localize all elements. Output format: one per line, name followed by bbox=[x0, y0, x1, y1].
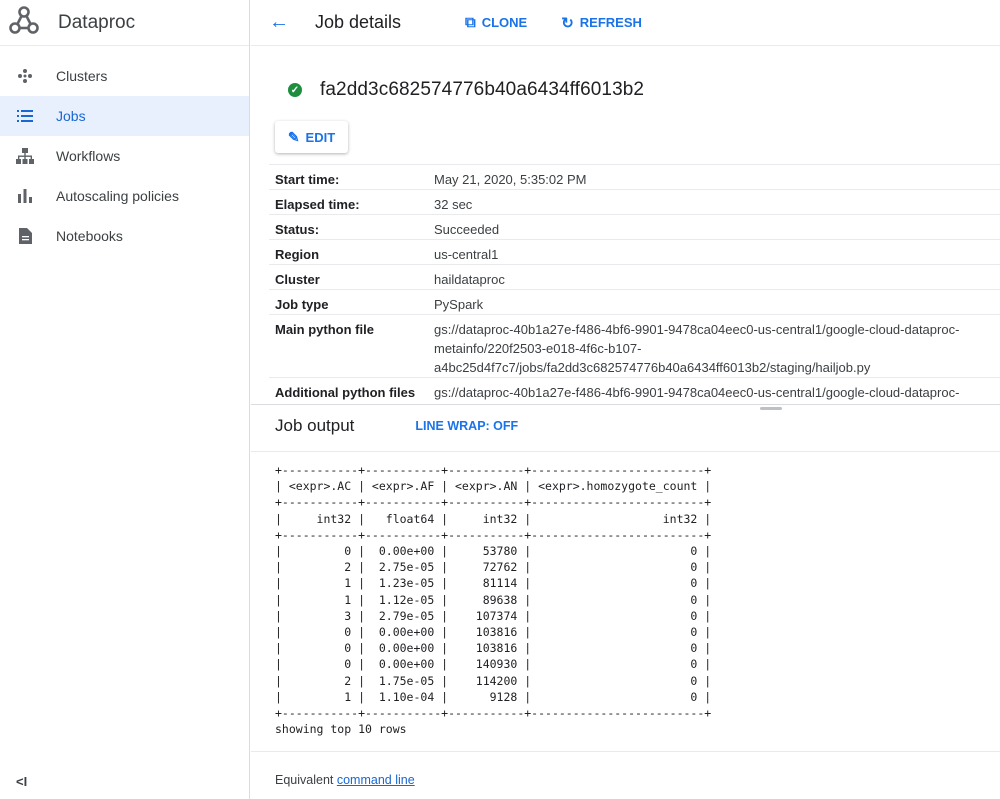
job-id: fa2dd3c682574776b40a6434ff6013b2 bbox=[320, 79, 645, 100]
pencil-icon: ✎ bbox=[287, 128, 300, 145]
detail-label: Status: bbox=[275, 222, 320, 237]
success-check-icon: ✓ bbox=[288, 83, 302, 97]
job-output-text: +-----------+-----------+-----------+---… bbox=[275, 462, 711, 737]
sidebar-item-clusters[interactable]: Clusters bbox=[0, 56, 249, 96]
output-line: | 0 | 0.00e+00 | 103816 | 0 | bbox=[275, 625, 712, 640]
detail-row: Main python file gs://dataproc-40b1a27e-f… bbox=[269, 314, 1000, 377]
list-icon bbox=[16, 107, 34, 125]
divider bbox=[251, 751, 1000, 752]
sidebar-item-workflows[interactable]: Workflows bbox=[0, 136, 249, 176]
detail-label: Main python file bbox=[275, 322, 374, 337]
detail-value: Succeeded bbox=[434, 222, 500, 237]
detail-value: gs://dataproc-40b1a27e-f486-4bf6-9901-94… bbox=[434, 322, 960, 375]
page-title: Job details bbox=[315, 12, 402, 32]
detail-value: us-central1 bbox=[434, 247, 499, 262]
detail-label: Elapsed time: bbox=[275, 197, 360, 212]
job-id-heading: ✓ fa2dd3c682574776b40a6434ff6013b2 bbox=[288, 79, 644, 101]
output-line: +-----------+-----------+-----------+---… bbox=[275, 706, 712, 721]
detail-label: Job type bbox=[275, 297, 329, 312]
clone-button[interactable]: ⧉ CLONE bbox=[465, 14, 527, 31]
sidebar: Dataproc Clusters Jobs Workflows Autoscalin… bbox=[0, 0, 250, 799]
output-line: | 0 | 0.00e+00 | 103816 | 0 | bbox=[275, 641, 712, 656]
dataproc-logo-icon bbox=[8, 4, 40, 41]
detail-label: Cluster bbox=[275, 272, 320, 287]
detail-value: May 21, 2020, 5:35:02 PM bbox=[434, 172, 587, 187]
output-line: +-----------+-----------+-----------+---… bbox=[275, 495, 712, 510]
command-line-link[interactable]: command line bbox=[337, 773, 415, 787]
sidebar-item-label: Workflows bbox=[56, 148, 121, 164]
detail-label: Region bbox=[275, 247, 320, 262]
sidebar-item-label: Notebooks bbox=[56, 228, 123, 244]
sidebar-item-notebooks[interactable]: Notebooks bbox=[0, 216, 249, 256]
refresh-label: REFRESH bbox=[579, 15, 642, 30]
collapse-sidebar-button[interactable]: <I bbox=[16, 774, 27, 789]
copy-icon: ⧉ bbox=[465, 14, 476, 31]
output-line: +-----------+-----------+-----------+---… bbox=[275, 527, 712, 542]
bar-chart-icon bbox=[16, 187, 34, 205]
detail-value: gs://dataproc-40b1a27e-f486-4bf6-9901-94… bbox=[434, 385, 960, 400]
panel-divider bbox=[251, 404, 1000, 405]
output-line: | <expr>.AC | <expr>.AF | <expr>.AN | <e… bbox=[275, 479, 712, 494]
output-line: +-----------+-----------+-----------+---… bbox=[275, 463, 712, 477]
equivalent-command: Equivalent command line bbox=[275, 773, 415, 787]
line-wrap-toggle[interactable]: LINE WRAP: OFF bbox=[415, 419, 518, 433]
detail-row: Additional python files gs://dataproc-40b… bbox=[269, 377, 1000, 404]
detail-row: Region us-central1 bbox=[269, 239, 1000, 264]
edit-label: EDIT bbox=[305, 129, 336, 145]
detail-label: Additional python files bbox=[275, 385, 416, 400]
detail-row: Job type PySpark bbox=[269, 289, 1000, 314]
details-table: Start time: May 21, 2020, 5:35:02 PM Elaps… bbox=[269, 164, 1000, 404]
clone-label: CLONE bbox=[481, 15, 528, 30]
output-line: | 1 | 1.12e-05 | 89638 | 0 | bbox=[275, 592, 712, 607]
divider bbox=[251, 451, 1000, 452]
output-line: | 1 | 1.10e-04 | 9128 | 0 | bbox=[275, 689, 712, 704]
sidebar-item-jobs[interactable]: Jobs bbox=[0, 96, 249, 136]
brand: Dataproc bbox=[0, 0, 249, 46]
main: ← Job details ⧉ CLONE ↻ REFRESH ✓ fa2dd3c6… bbox=[251, 0, 1000, 799]
output-line: showing top 10 rows bbox=[275, 722, 407, 737]
output-line: | int32 | float64 | int32 | int32 | bbox=[275, 511, 712, 526]
output-line: | 0 | 0.00e+00 | 140930 | 0 | bbox=[275, 657, 712, 672]
detail-row: Cluster haildataproc bbox=[269, 264, 1000, 289]
output-line: | 1 | 1.23e-05 | 81114 | 0 | bbox=[275, 576, 712, 591]
footer-prefix: Equivalent bbox=[275, 773, 337, 787]
resize-handle[interactable] bbox=[760, 407, 782, 410]
output-line: | 3 | 2.79e-05 | 107374 | 0 | bbox=[275, 608, 712, 623]
output-line: | 0 | 0.00e+00 | 53780 | 0 | bbox=[275, 544, 712, 559]
output-line: | 2 | 2.75e-05 | 72762 | 0 | bbox=[275, 560, 712, 575]
refresh-icon: ↻ bbox=[561, 14, 574, 32]
back-arrow-icon[interactable]: ← bbox=[269, 11, 297, 34]
sidebar-nav: Clusters Jobs Workflows Autoscaling policie… bbox=[0, 56, 249, 256]
clusters-icon bbox=[16, 67, 34, 85]
detail-label: Start time: bbox=[275, 172, 340, 187]
detail-row: Start time: May 21, 2020, 5:35:02 PM bbox=[269, 164, 1000, 189]
document-icon bbox=[16, 227, 34, 245]
refresh-button[interactable]: ↻ REFRESH bbox=[561, 14, 642, 32]
sidebar-item-label: Jobs bbox=[56, 108, 86, 124]
app-name: Dataproc bbox=[58, 11, 136, 33]
detail-value: 32 sec bbox=[434, 197, 473, 212]
detail-value: PySpark bbox=[434, 297, 484, 312]
sidebar-item-label: Autoscaling policies bbox=[56, 188, 179, 204]
sidebar-item-label: Clusters bbox=[56, 68, 108, 84]
output-header: Job output LINE WRAP: OFF bbox=[275, 416, 518, 436]
header: ← Job details ⧉ CLONE ↻ REFRESH bbox=[251, 0, 1000, 46]
detail-row: Status: Succeeded bbox=[269, 214, 1000, 239]
detail-value: haildataproc bbox=[434, 272, 505, 287]
edit-button[interactable]: ✎ EDIT bbox=[275, 121, 348, 153]
job-details-panel[interactable]: ✓ fa2dd3c682574776b40a6434ff6013b2 ✎ EDIT… bbox=[251, 46, 1000, 404]
output-title: Job output bbox=[275, 416, 355, 435]
workflow-icon bbox=[16, 147, 34, 165]
detail-row: Elapsed time: 32 sec bbox=[269, 189, 1000, 214]
output-line: | 2 | 1.75e-05 | 114200 | 0 | bbox=[275, 673, 712, 688]
sidebar-item-autoscaling-policies[interactable]: Autoscaling policies bbox=[0, 176, 249, 216]
